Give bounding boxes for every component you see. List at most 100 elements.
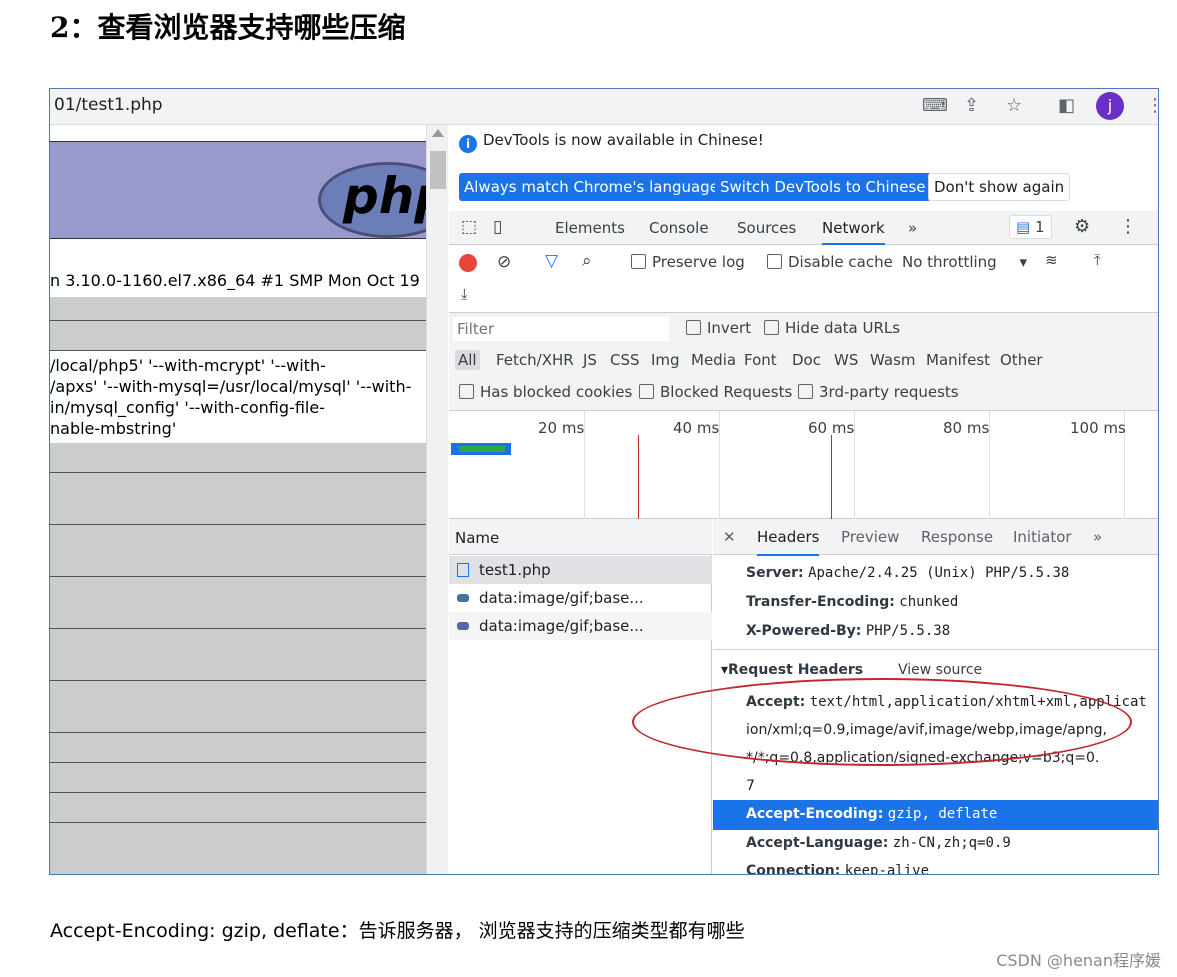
network-toolbar: ⊘ ▽ ⌕ Preserve log Disable cache No thro… — [449, 245, 1158, 313]
address-bar[interactable]: 01/test1.php ⌨ ⇪ ☆ ◧ j ⋮ — [50, 89, 1158, 125]
more-header-tabs-icon[interactable]: » — [1093, 528, 1102, 546]
type-doc[interactable]: Doc — [792, 351, 821, 369]
type-js[interactable]: JS — [583, 351, 597, 369]
type-media[interactable]: Media — [691, 351, 736, 369]
kernel-text: n 3.10.0-1160.el7.x86_64 #1 SMP Mon Oct … — [50, 271, 426, 290]
view-source-link[interactable]: View source — [898, 662, 982, 678]
tab-network[interactable]: Network — [822, 219, 885, 245]
has-blocked-cookies-checkbox[interactable]: Has blocked cookies — [459, 383, 632, 401]
image-icon — [457, 594, 469, 602]
header-x-powered-by: X-Powered-By: PHP/5.5.38 — [746, 623, 951, 639]
blocked-requests-checkbox[interactable]: Blocked Requests — [639, 383, 792, 401]
network-conditions-icon[interactable]: ≋ — [1045, 251, 1058, 269]
filter-input[interactable] — [453, 317, 669, 341]
tab-headers[interactable]: Headers — [757, 528, 820, 556]
menu-icon[interactable]: ⋮ — [1146, 95, 1158, 116]
type-font[interactable]: Font — [744, 351, 777, 369]
php-banner: php — [50, 141, 426, 239]
tab-initiator[interactable]: Initiator — [1013, 528, 1072, 546]
third-party-checkbox[interactable]: 3rd-party requests — [798, 383, 959, 401]
divider — [713, 649, 1158, 650]
type-css[interactable]: CSS — [610, 351, 640, 369]
tab-elements[interactable]: Elements — [555, 219, 625, 237]
table-row[interactable]: data:image/gif;base... — [449, 612, 712, 640]
dont-show-again-button[interactable]: Don't show again — [928, 173, 1071, 201]
header-accept-cont: 7 — [746, 778, 755, 794]
info-icon: i — [459, 135, 477, 153]
timeline-label: 80 ms — [943, 419, 990, 437]
info-row — [50, 321, 426, 351]
more-tabs-icon[interactable]: » — [908, 219, 917, 237]
switch-to-chinese-button[interactable]: Switch DevTools to Chinese — [715, 173, 931, 201]
timeline-label: 20 ms — [538, 419, 585, 437]
timeline-label: 40 ms — [673, 419, 720, 437]
scroll-up-icon[interactable] — [432, 129, 444, 137]
timeline-label: 100 ms — [1070, 419, 1126, 437]
inspect-icon[interactable]: ⬚ — [461, 217, 477, 237]
tab-console[interactable]: Console — [649, 219, 709, 237]
configure-command: /local/php5' '--with-mcrypt' '--with- /a… — [50, 356, 412, 438]
avatar[interactable]: j — [1096, 92, 1124, 120]
type-fetch-xhr[interactable]: Fetch/XHR — [496, 351, 574, 369]
throttling-select[interactable]: No throttling ▾ — [902, 253, 1027, 271]
close-icon[interactable]: ✕ — [723, 528, 736, 546]
image-icon — [457, 622, 469, 630]
info-row — [50, 629, 426, 681]
info-row — [50, 443, 426, 473]
issues-badge[interactable]: ▤ 1 — [1009, 215, 1052, 239]
devtools-info-banner: i DevTools is now available in Chinese! — [459, 131, 764, 153]
watermark: CSDN @henan程序媛 — [996, 951, 1161, 970]
url-text[interactable]: 01/test1.php — [54, 95, 163, 115]
filter-bar: Invert Hide data URLs All Fetch/XHR JS C… — [449, 313, 1158, 411]
php-info-page: php n 3.10.0-1160.el7.x86_64 #1 SMP Mon … — [50, 125, 426, 874]
import-har-icon[interactable]: ⤒ — [1094, 251, 1101, 269]
info-row — [50, 823, 426, 874]
network-overview-timeline[interactable]: 20 ms 40 ms 60 ms 80 ms 100 ms — [449, 411, 1158, 519]
php-logo: php — [318, 162, 426, 238]
header-connection: Connection: keep-alive — [746, 863, 930, 875]
match-language-button[interactable]: Always match Chrome's language — [459, 173, 724, 201]
table-row[interactable]: test1.php — [449, 556, 712, 584]
type-wasm[interactable]: Wasm — [870, 351, 916, 369]
name-column-header[interactable]: Name — [449, 519, 712, 555]
type-other[interactable]: Other — [1000, 351, 1043, 369]
type-all[interactable]: All — [455, 350, 480, 370]
type-img[interactable]: Img — [651, 351, 680, 369]
disable-cache-checkbox[interactable]: Disable cache — [767, 253, 893, 271]
triangle-down-icon: ▾ — [721, 662, 729, 678]
translate-icon[interactable]: ⌨ — [922, 95, 948, 116]
type-manifest[interactable]: Manifest — [926, 351, 990, 369]
scroll-thumb[interactable] — [430, 151, 446, 189]
share-icon[interactable]: ⇪ — [964, 95, 979, 116]
page-scrollbar[interactable] — [426, 125, 448, 874]
side-panel-icon[interactable]: ◧ — [1058, 95, 1075, 116]
header-tabs: ✕ Headers Preview Response Initiator » — [713, 519, 1158, 556]
caption-text: Accept-Encoding: gzip, deflate：告诉服务器， 浏览… — [50, 920, 745, 942]
tab-response[interactable]: Response — [921, 528, 993, 546]
info-row — [50, 525, 426, 577]
dom-content-loaded-marker — [831, 435, 832, 519]
search-icon[interactable]: ⌕ — [582, 251, 592, 271]
devtools-menu-icon[interactable]: ⋮ — [1119, 216, 1137, 237]
request-headers-section[interactable]: ▾Request Headers — [721, 662, 863, 678]
invert-checkbox[interactable]: Invert — [686, 319, 751, 337]
tab-preview[interactable]: Preview — [841, 528, 899, 546]
header-server: Server: Apache/2.4.25 (Unix) PHP/5.5.38 — [746, 565, 1070, 581]
info-row — [50, 733, 426, 763]
bookmark-star-icon[interactable]: ☆ — [1006, 95, 1022, 116]
hide-data-urls-checkbox[interactable]: Hide data URLs — [764, 319, 900, 337]
clear-icon[interactable]: ⊘ — [497, 252, 511, 272]
info-row — [50, 473, 426, 525]
export-har-icon[interactable]: ⤓ — [461, 285, 468, 303]
record-icon[interactable] — [459, 254, 477, 272]
table-row[interactable]: data:image/gif;base... — [449, 584, 712, 612]
type-ws[interactable]: WS — [834, 351, 858, 369]
preserve-log-checkbox[interactable]: Preserve log — [631, 253, 745, 271]
device-toggle-icon[interactable]: ▯ — [493, 217, 502, 237]
request-bar-content — [459, 446, 505, 452]
tab-sources[interactable]: Sources — [737, 219, 796, 237]
info-row — [50, 793, 426, 823]
filter-icon[interactable]: ▽ — [545, 251, 558, 271]
header-accept-language: Accept-Language: zh-CN,zh;q=0.9 — [746, 835, 1011, 851]
settings-gear-icon[interactable]: ⚙ — [1074, 216, 1090, 237]
